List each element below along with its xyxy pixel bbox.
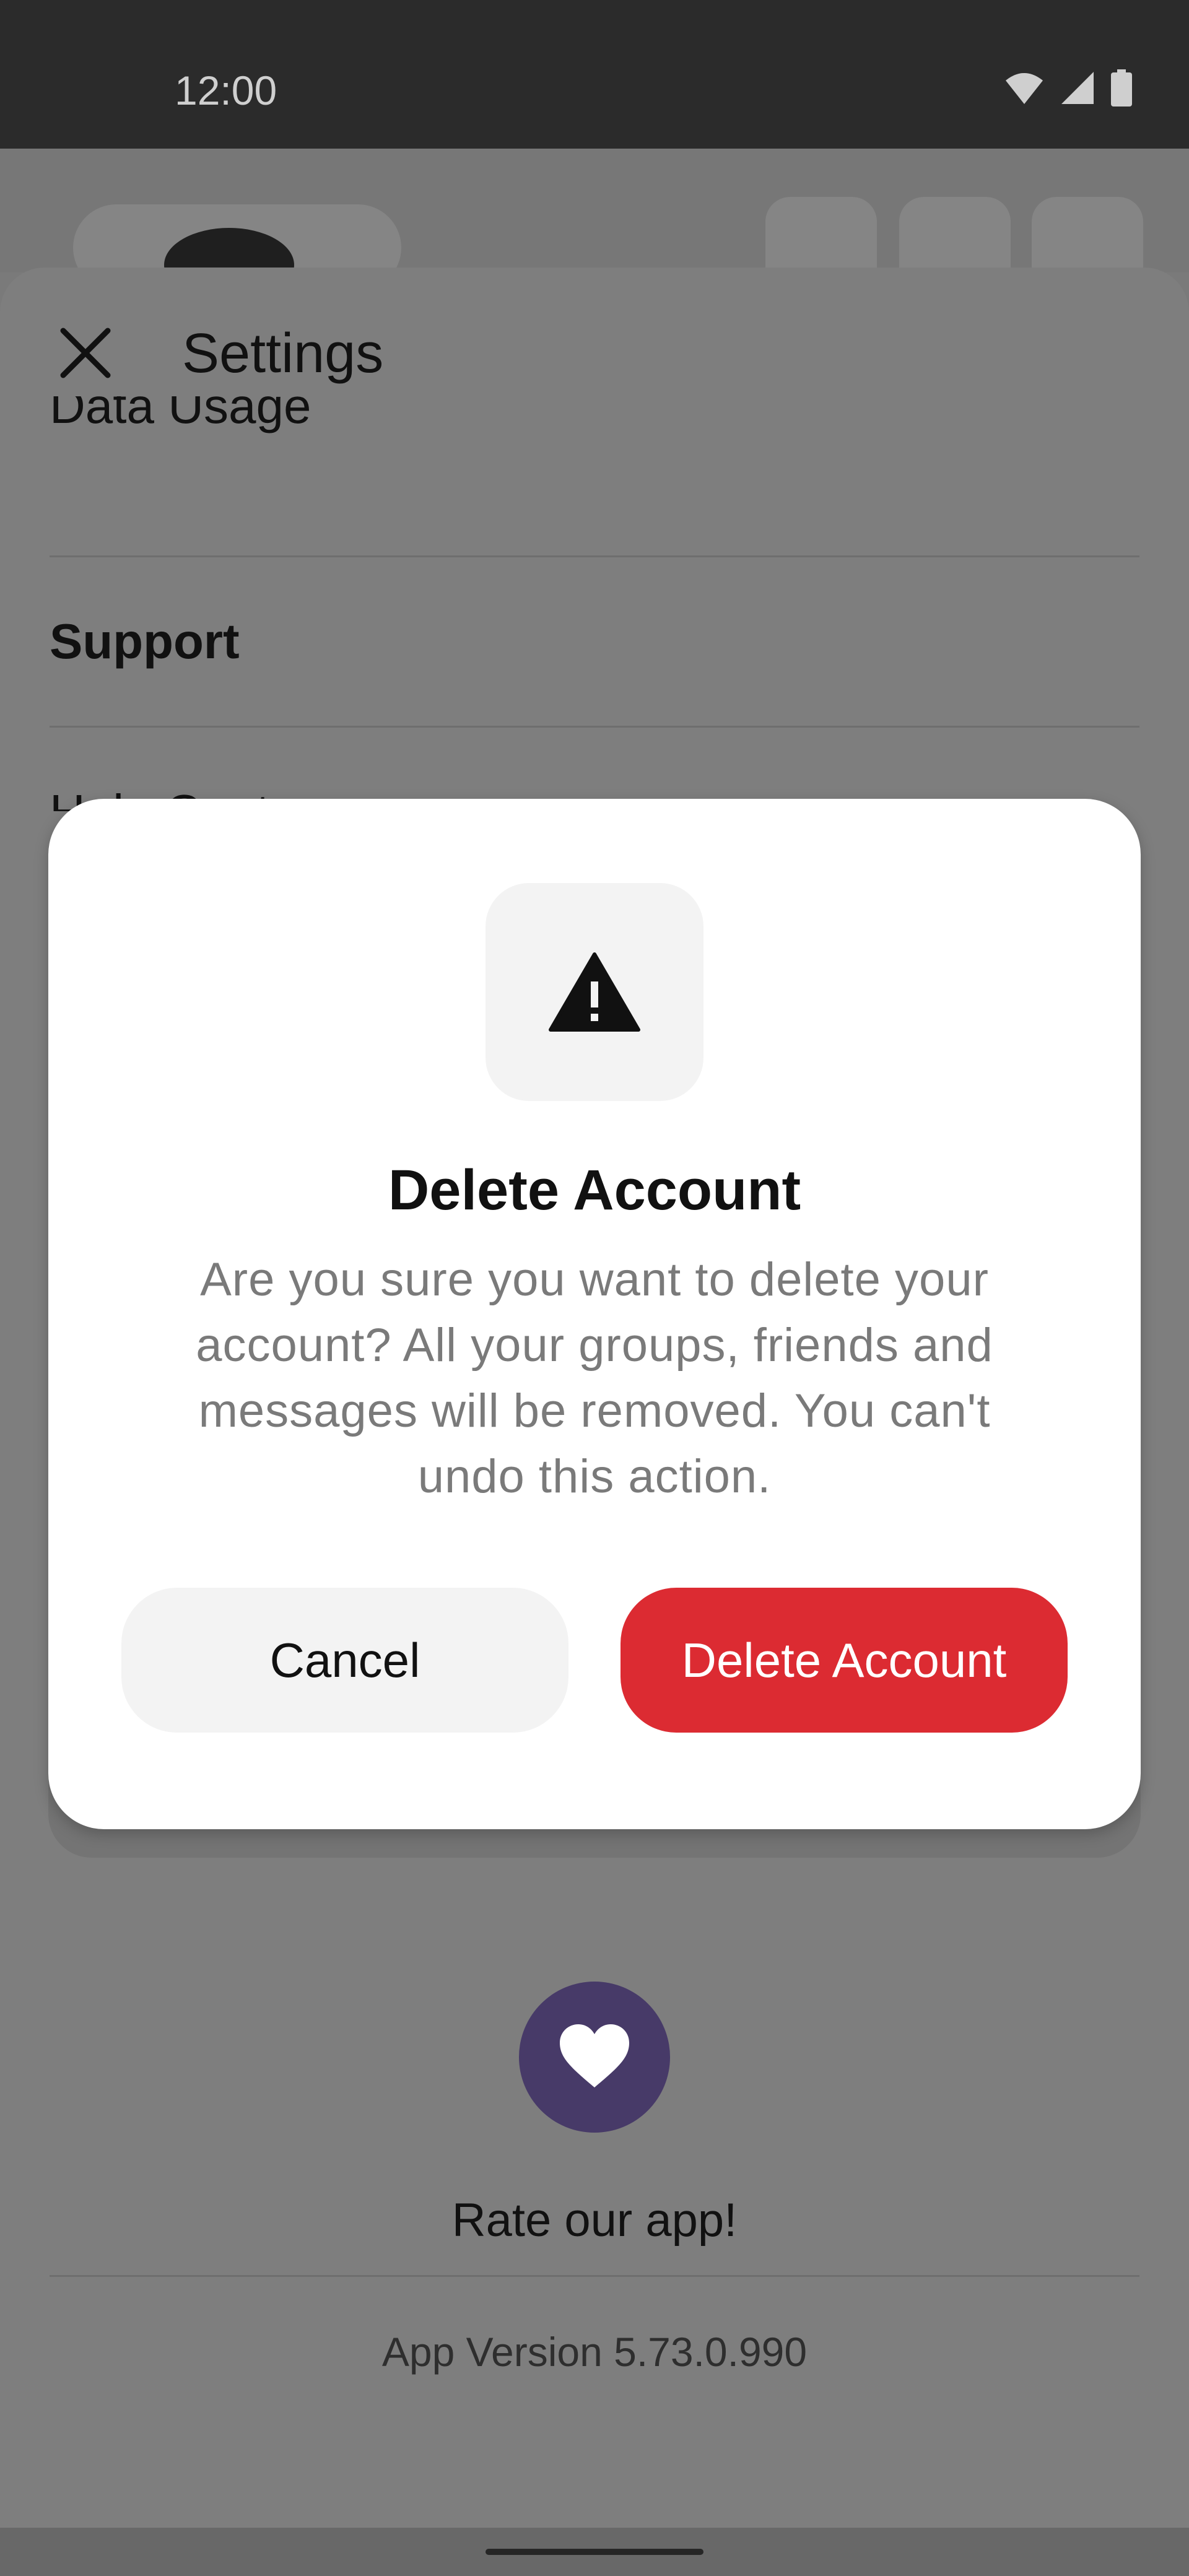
heart-icon [560,2024,629,2087]
status-icons [1004,69,1132,107]
rate-app-button [519,1982,670,2133]
delete-account-dialog: Delete Account Are you sure you want to … [48,799,1141,1829]
data-usage-row: Data Usage [0,396,1189,458]
delete-account-button-label: Delete Account [681,1632,1007,1687]
home-handle[interactable] [486,2549,703,2555]
wifi-icon [1006,73,1043,104]
cancel-button-label: Cancel [269,1632,420,1687]
warning-icon-container [486,883,703,1101]
dialog-message: Are you sure you want to delete your acc… [196,1253,993,1503]
dialog-title: Delete Account [388,1159,801,1222]
status-bar: 12:00 [0,0,1189,149]
support-heading: Support [50,614,240,669]
signal-icon [1061,72,1094,104]
divider [50,2275,1139,2277]
close-icon [60,328,111,378]
battery-icon [1111,69,1132,107]
data-usage-label: Data Usage [50,396,311,433]
cancel-button[interactable]: Cancel [121,1588,568,1733]
rate-app-label: Rate our app! [451,2194,738,2247]
warning-icon [549,952,640,1032]
divider [50,726,1139,728]
delete-account-button[interactable]: Delete Account [621,1588,1068,1733]
sheet-title: Settings [182,323,384,385]
app-version: App Version 5.73.0.990 [381,2329,808,2375]
divider [50,555,1139,557]
status-time: 12:00 [175,67,277,113]
